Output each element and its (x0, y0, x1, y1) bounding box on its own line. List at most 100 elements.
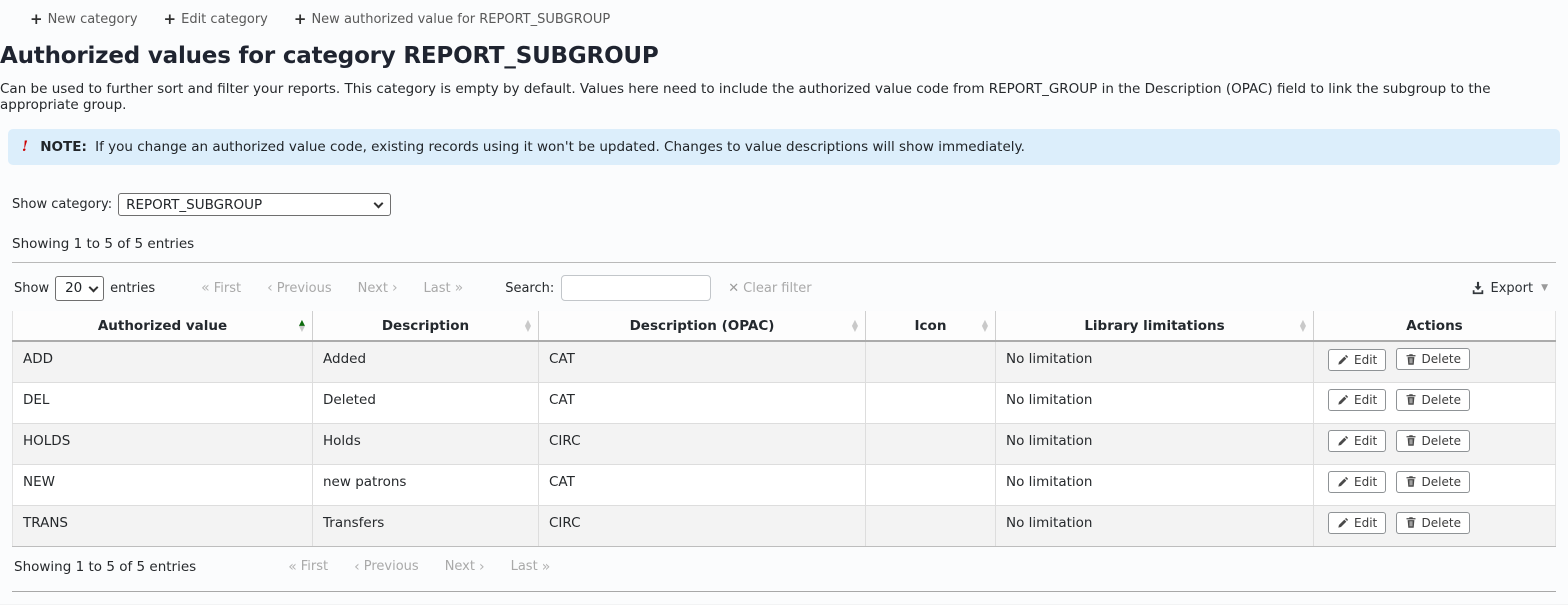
page-size-value: 20 (55, 275, 105, 301)
showing-entries-bottom: Showing 1 to 5 of 5 entries (14, 558, 197, 575)
chevron-right-icon: › (478, 558, 485, 575)
cell-icon (865, 464, 996, 506)
cell-library-limitations: No limitation (995, 505, 1314, 547)
table-row: HOLDS Holds CIRC No limitation Edit Dele… (12, 423, 1556, 465)
column-label: Library limitations (1084, 317, 1225, 334)
clear-x-icon: ✕ (728, 280, 740, 296)
column-header-icon[interactable]: Icon ▲ ▼ (865, 311, 996, 342)
cell-icon (865, 423, 996, 465)
edit-button[interactable]: Edit (1328, 512, 1387, 534)
sort-icon: ▲ ▼ (524, 317, 531, 333)
delete-label: Delete (1421, 392, 1461, 407)
cell-authorized-value: NEW (12, 464, 313, 506)
search-label: Search: (505, 280, 555, 296)
cell-library-limitations: No limitation (995, 464, 1314, 506)
entries-label: entries (110, 280, 156, 296)
delete-button[interactable]: Delete (1395, 429, 1470, 452)
authorized-values-table-wrap: Authorized value ▲ ▼ Description ▲ ▼ Descr… (12, 311, 1556, 547)
caret-down-icon: ▼ (1541, 283, 1548, 293)
delete-button[interactable]: Delete (1395, 511, 1470, 534)
next-page-label: Next (444, 559, 475, 574)
column-header-library-limitations[interactable]: Library limitations ▲ ▼ (995, 311, 1314, 342)
edit-button[interactable]: Edit (1328, 430, 1387, 452)
previous-page-button[interactable]: ‹ Previous (267, 280, 332, 296)
pencil-icon (1338, 394, 1349, 405)
delete-label: Delete (1421, 352, 1461, 366)
cell-authorized-value: TRANS (12, 505, 313, 547)
delete-label: Delete (1421, 515, 1461, 530)
cell-description: Holds (312, 423, 539, 465)
show-label: Show (14, 280, 50, 296)
trash-icon (1406, 476, 1416, 487)
edit-category-button[interactable]: + Edit category (163, 10, 268, 28)
next-page-button[interactable]: Next › (358, 280, 398, 296)
next-page-button[interactable]: Next › (445, 559, 485, 575)
export-button[interactable]: Export ▼ (1471, 281, 1556, 296)
show-category-label: Show category: (12, 197, 113, 212)
cell-description-opac: CAT (538, 341, 866, 383)
previous-page-button[interactable]: ‹ Previous (354, 559, 419, 575)
chevron-double-right-icon: » (454, 280, 464, 296)
sort-icon: ▲ ▼ (298, 317, 305, 333)
cell-library-limitations: No limitation (995, 341, 1314, 383)
plus-icon: + (163, 10, 177, 28)
cell-description-opac: CAT (538, 382, 866, 424)
next-page-label: Next (357, 280, 388, 296)
first-page-button[interactable]: «First (288, 559, 328, 575)
delete-button[interactable]: Delete (1395, 348, 1470, 370)
last-page-button[interactable]: Last» (424, 280, 464, 296)
previous-page-label: Previous (276, 280, 332, 296)
search-input[interactable] (561, 275, 712, 301)
table-footer: Showing 1 to 5 of 5 entries «First ‹ Prev… (14, 559, 1556, 575)
showing-entries-top: Showing 1 to 5 of 5 entries (12, 236, 195, 252)
first-page-button[interactable]: «First (201, 280, 241, 296)
table-row: DEL Deleted CAT No limitation Edit Delet… (12, 382, 1556, 424)
sort-icon: ▲ ▼ (981, 317, 988, 333)
new-authorized-value-button[interactable]: + New authorized value for REPORT_SUBGRO… (294, 12, 611, 28)
delete-button[interactable]: Delete (1395, 470, 1470, 493)
pagination-top: «First ‹ Previous Next › Last» (201, 280, 463, 296)
new-category-label: New category (47, 12, 138, 27)
column-label: Description (OPAC) (629, 317, 775, 334)
trash-icon (1406, 517, 1416, 528)
cell-description-opac: CIRC (538, 423, 866, 465)
column-header-authorized-value[interactable]: Authorized value ▲ ▼ (12, 311, 313, 342)
new-authorized-value-label: New authorized value for REPORT_SUBGROUP (311, 12, 611, 27)
note-banner: ! NOTE: If you change an authorized valu… (8, 129, 1560, 165)
table-header-row: Authorized value ▲ ▼ Description ▲ ▼ Descr… (12, 311, 1556, 342)
edit-label: Edit (1354, 516, 1378, 530)
category-select-value: REPORT_SUBGROUP (118, 193, 392, 216)
edit-label: Edit (1354, 352, 1378, 367)
clear-filter-button[interactable]: ✕ Clear filter (728, 281, 811, 296)
edit-button[interactable]: Edit (1328, 348, 1387, 371)
chevron-left-icon: ‹ (267, 280, 273, 296)
trash-icon (1406, 353, 1416, 365)
toolbar: + New category + Edit category + New aut… (0, 0, 1568, 35)
edit-button[interactable]: Edit (1328, 471, 1387, 493)
cell-actions: Edit Delete (1313, 382, 1556, 424)
page-description: Can be used to further sort and filter y… (0, 81, 1491, 113)
column-header-description-opac[interactable]: Description (OPAC) ▲ ▼ (538, 311, 866, 342)
cell-library-limitations: No limitation (995, 382, 1314, 424)
category-select[interactable]: REPORT_SUBGROUP (118, 193, 392, 216)
new-category-button[interactable]: + New category (30, 12, 138, 28)
trash-icon (1406, 394, 1416, 405)
delete-button[interactable]: Delete (1395, 388, 1470, 411)
column-label: Description (381, 317, 470, 334)
cell-description-opac: CIRC (538, 505, 866, 547)
table-row: TRANS Transfers CIRC No limitation Edit … (12, 505, 1556, 547)
export-label: Export (1490, 280, 1534, 296)
last-page-label: Last (423, 280, 451, 296)
page-size-select[interactable]: 20 (55, 275, 105, 301)
cell-library-limitations: No limitation (995, 423, 1314, 465)
cell-actions: Edit Delete (1313, 341, 1556, 383)
chevron-double-left-icon: « (288, 558, 297, 575)
download-icon (1472, 281, 1483, 295)
table-body: ADD Added CAT No limitation Edit Delete (12, 341, 1556, 547)
divider (12, 590, 1556, 592)
column-header-description[interactable]: Description ▲ ▼ (312, 311, 539, 342)
column-label: Authorized value (97, 317, 228, 334)
last-page-button[interactable]: Last» (511, 559, 551, 575)
edit-button[interactable]: Edit (1328, 389, 1387, 411)
cell-description-opac: CAT (538, 464, 866, 506)
